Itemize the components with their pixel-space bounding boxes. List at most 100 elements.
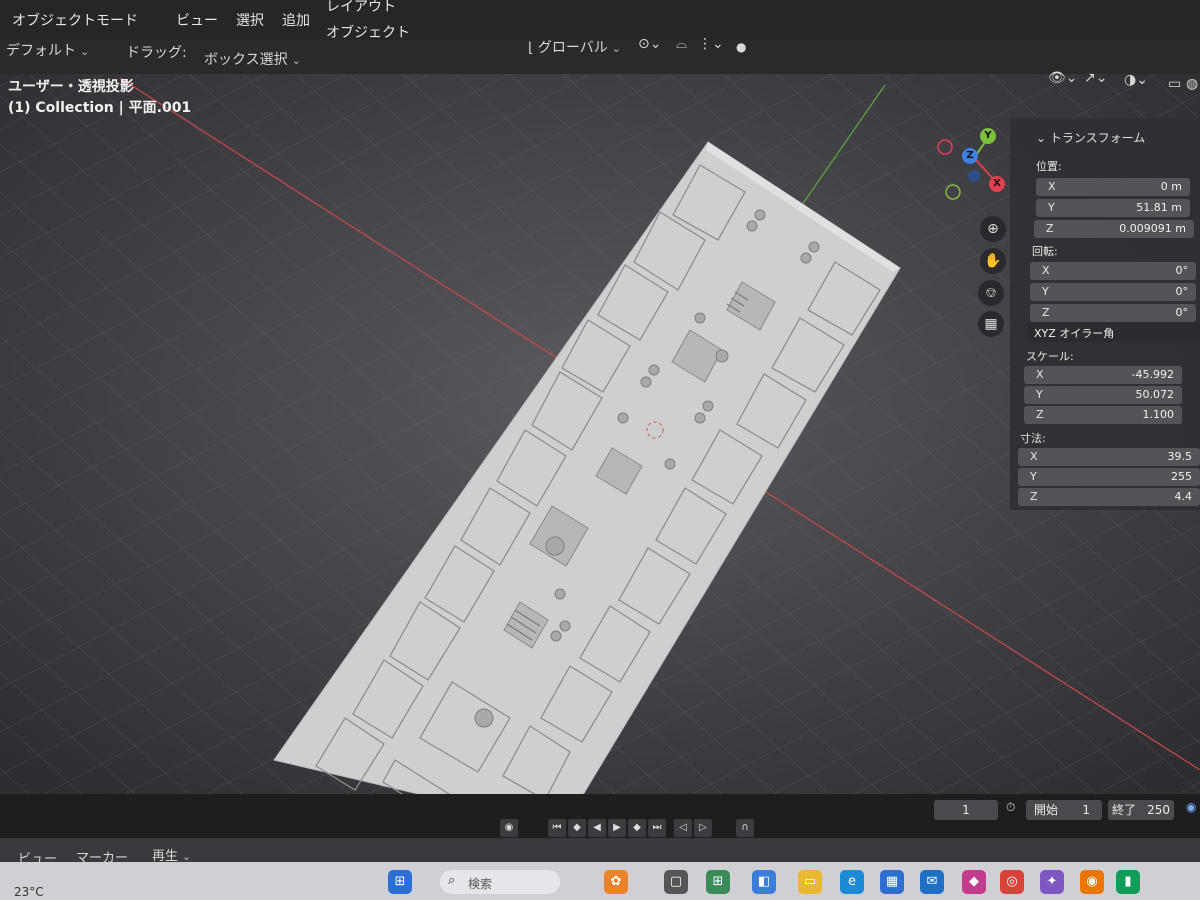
transform-panel-title[interactable]: ⌄ トランスフォーム <box>1036 129 1145 146</box>
menu-select[interactable]: 選択 <box>236 10 264 30</box>
field-value: 255 <box>1171 470 1192 483</box>
workspace-tab-layout[interactable]: レイアウト <box>326 0 396 16</box>
play-icon[interactable]: ▶ <box>608 819 626 837</box>
field-value: 0.009091 m <box>1119 222 1186 235</box>
transform-title-text: トランスフォーム <box>1049 131 1146 145</box>
chevron-down-icon: ⌄ <box>1036 131 1047 145</box>
jump-end-icon[interactable]: ⏭ <box>648 819 666 837</box>
camera-icon[interactable]: ⎊ <box>978 280 1004 306</box>
refresh-icon[interactable]: ◉ <box>1186 800 1196 814</box>
proportional-edit-icon[interactable]: ● <box>736 40 746 54</box>
autokey-icon[interactable]: ◉ <box>500 819 518 837</box>
snap-icon[interactable]: ⌓ <box>676 36 687 52</box>
drag-mode-value: ボックス選択 <box>204 52 288 68</box>
gizmo-axis-z[interactable]: Z <box>962 148 978 164</box>
start-icon[interactable]: ⊞ <box>388 870 412 894</box>
app-icon-green[interactable]: ▮ <box>1116 870 1140 894</box>
app-icon-1[interactable]: ⊞ <box>706 870 730 894</box>
transform-orientation-value: グローバル <box>537 40 608 56</box>
dimensions-label: 寸法: <box>1020 432 1046 445</box>
visibility-icon[interactable]: 👁⌄ <box>1048 70 1078 86</box>
collection-label: (1) Collection | 平面.001 <box>8 100 192 116</box>
axis-label: Y <box>1042 285 1049 298</box>
pan-hand-icon[interactable]: ✋ <box>980 248 1006 274</box>
current-frame-field[interactable]: 1 <box>934 800 998 820</box>
transform-orientation-dropdown[interactable]: ⌊ グローバル ⌄ <box>528 37 621 57</box>
stopwatch-icon[interactable]: ⏱ <box>1006 800 1015 815</box>
zoom-icon[interactable]: ⊕ <box>980 216 1006 242</box>
task-view-icon[interactable]: ▢ <box>664 870 688 894</box>
copilot-icon[interactable]: ✦ <box>1040 870 1064 894</box>
field-value: 1.100 <box>1142 408 1175 421</box>
rotation-mode-dropdown[interactable]: XYZ オイラー角 <box>1028 322 1200 342</box>
next-marker-icon[interactable]: ▷ <box>694 819 712 837</box>
blender-icon[interactable]: ◉ <box>1080 870 1104 894</box>
prev-keyframe-icon[interactable]: ◆ <box>568 819 586 837</box>
location-y-field[interactable]: Y 51.81 m <box>1036 199 1190 217</box>
location-label: 位置: <box>1036 160 1062 173</box>
field-value: 0 m <box>1160 180 1182 193</box>
axis-label: X <box>1042 264 1050 277</box>
pivot-point-icon[interactable]: ⊙⌄ <box>638 36 661 52</box>
end-label: 終了 <box>1112 803 1137 817</box>
orientation-label: デフォルト <box>6 43 76 59</box>
field-value: -45.992 <box>1131 368 1174 381</box>
blender-screen: オブジェクトモード ビュー 選択 追加 オブジェクト レイアウト デフォルト ⌄ … <box>0 0 1200 900</box>
scale-z-field[interactable]: Z 1.100 <box>1024 406 1182 424</box>
axis-label: X <box>1030 450 1038 463</box>
jump-start-icon[interactable]: ⏮ <box>548 819 566 837</box>
chrome-icon[interactable]: ◎ <box>1000 870 1024 894</box>
axis-label: Z <box>1046 222 1054 235</box>
grid-view-icon[interactable]: ▦ <box>978 311 1004 337</box>
tool-settings-row: デフォルト ⌄ ドラッグ: ボックス選択 ⌄ ⌊ グローバル ⌄ ⊙⌄ ⌓ ⋮⌄ ● <box>0 36 1200 74</box>
app-icon-2[interactable]: ◧ <box>752 870 776 894</box>
axis-label: Y <box>1048 201 1055 214</box>
gizmo-toggle-icon[interactable]: ↗⌄ <box>1084 70 1107 86</box>
chevron-down-icon: ⌄ <box>291 54 301 67</box>
taskbar-search[interactable]: ⌕ 検索 <box>440 870 560 894</box>
search-placeholder: 検索 <box>468 877 493 891</box>
field-value: 39.5 <box>1167 450 1193 463</box>
location-x-field[interactable]: X 0 m <box>1036 178 1190 196</box>
drag-mode-dropdown[interactable]: ボックス選択 ⌄ <box>204 49 301 69</box>
store-icon[interactable]: ▦ <box>880 870 904 894</box>
dimensions-x-field[interactable]: X 39.5 <box>1018 448 1200 466</box>
view-name: ユーザー・透視投影 <box>8 79 134 95</box>
navigation-gizmo[interactable]: Y Z X <box>936 126 1016 206</box>
dimensions-y-field[interactable]: Y 255 <box>1018 468 1200 486</box>
snap-target-icon[interactable]: ⋮⌄ <box>698 36 724 52</box>
scale-y-field[interactable]: Y 50.072 <box>1024 386 1182 404</box>
rotation-y-field[interactable]: Y 0° <box>1030 283 1196 301</box>
overlay-icon[interactable]: ◑⌄ <box>1124 72 1148 88</box>
rotation-label: 回転: <box>1032 245 1058 258</box>
file-explorer-icon[interactable]: ▭ <box>798 870 822 894</box>
end-frame-field[interactable]: 終了 250 <box>1108 800 1174 820</box>
scale-x-field[interactable]: X -45.992 <box>1024 366 1182 384</box>
play-reverse-icon[interactable]: ◀ <box>588 819 606 837</box>
chevron-down-icon: ⌄ <box>611 42 622 55</box>
rotation-z-field[interactable]: Z 0° <box>1030 304 1196 322</box>
start-frame-field[interactable]: 開始 1 <box>1026 800 1102 820</box>
widgets-icon[interactable]: ✿ <box>604 870 628 894</box>
snap-magnet-icon[interactable]: ∩ <box>736 819 754 837</box>
menu-object[interactable]: オブジェクト <box>326 22 410 42</box>
m365-icon[interactable]: ◆ <box>962 870 986 894</box>
prev-marker-icon[interactable]: ◁ <box>674 819 692 837</box>
xray-icon[interactable]: ▭ <box>1168 76 1181 92</box>
dimensions-z-field[interactable]: Z 4.4 <box>1018 488 1200 506</box>
next-keyframe-icon[interactable]: ◆ <box>628 819 646 837</box>
scale-label: スケール: <box>1026 350 1074 363</box>
orientation-dropdown[interactable]: デフォルト ⌄ <box>6 40 89 60</box>
gizmo-axis-x[interactable]: X <box>989 176 1005 192</box>
outlook-icon[interactable]: ✉ <box>920 870 944 894</box>
weather-temperature[interactable]: 23°C <box>14 885 44 899</box>
menu-add[interactable]: 追加 <box>282 10 310 30</box>
location-z-field[interactable]: Z 0.009091 m <box>1034 220 1194 238</box>
gizmo-axis-y[interactable]: Y <box>980 128 996 144</box>
menu-view[interactable]: ビュー <box>176 10 218 30</box>
shading-icon[interactable]: ◍ <box>1186 76 1198 92</box>
rotation-x-field[interactable]: X 0° <box>1030 262 1196 280</box>
menu-object-mode[interactable]: オブジェクトモード <box>12 10 138 30</box>
edge-icon[interactable]: e <box>840 870 864 894</box>
search-icon: ⌕ <box>448 873 456 888</box>
